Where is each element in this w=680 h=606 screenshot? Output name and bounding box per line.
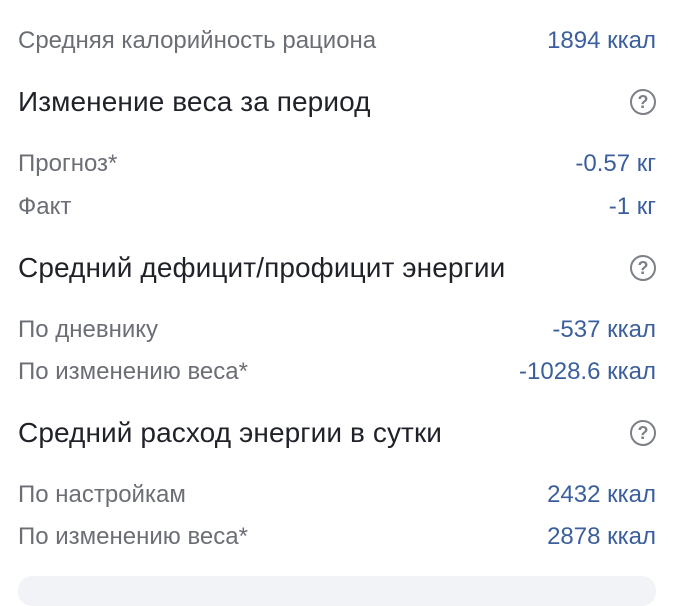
weight-change-title: Изменение веса за период — [18, 86, 371, 117]
expenditure-settings-row: По настройкам 2432 ккал — [18, 475, 656, 515]
energy-weight-value: -1028.6 ккал — [519, 358, 656, 385]
energy-expenditure-header: Средний расход энергии в сутки ? — [18, 411, 656, 455]
weight-fact-label: Факт — [18, 193, 72, 220]
energy-weight-label: По изменению веса* — [18, 358, 248, 385]
weight-fact-row: Факт -1 кг — [18, 187, 656, 227]
avg-calories-label: Средняя калорийность рациона — [18, 27, 377, 54]
weight-fact-value: -1 кг — [608, 193, 656, 220]
question-circle-icon[interactable]: ? — [630, 255, 656, 281]
question-circle-icon[interactable]: ? — [630, 420, 656, 446]
expenditure-weight-row: По изменению веса* 2878 ккал — [18, 517, 656, 557]
energy-balance-header: Средний дефицит/профицит энергии ? — [18, 246, 656, 290]
expenditure-weight-label: По изменению веса* — [18, 523, 248, 550]
weight-forecast-value: -0.57 кг — [575, 150, 656, 177]
energy-weight-row: По изменению веса* -1028.6 ккал — [18, 352, 656, 392]
expenditure-weight-value: 2878 ккал — [547, 523, 656, 550]
weight-change-header: Изменение веса за период ? — [18, 80, 656, 124]
expenditure-settings-value: 2432 ккал — [547, 481, 656, 508]
weight-forecast-row: Прогноз* -0.57 кг — [18, 144, 656, 184]
energy-diary-label: По дневнику — [18, 316, 159, 343]
next-card — [18, 576, 656, 606]
energy-diary-row: По дневнику -537 ккал — [18, 310, 656, 350]
avg-calories-row: Средняя калорийность рациона 1894 ккал — [18, 21, 656, 61]
weight-forecast-label: Прогноз* — [18, 150, 118, 177]
question-circle-icon[interactable]: ? — [630, 89, 656, 115]
avg-calories-value: 1894 ккал — [547, 27, 656, 54]
energy-expenditure-title: Средний расход энергии в сутки — [18, 417, 443, 448]
energy-balance-title: Средний дефицит/профицит энергии — [18, 252, 506, 283]
expenditure-settings-label: По настройкам — [18, 481, 186, 508]
energy-diary-value: -537 ккал — [552, 316, 656, 343]
